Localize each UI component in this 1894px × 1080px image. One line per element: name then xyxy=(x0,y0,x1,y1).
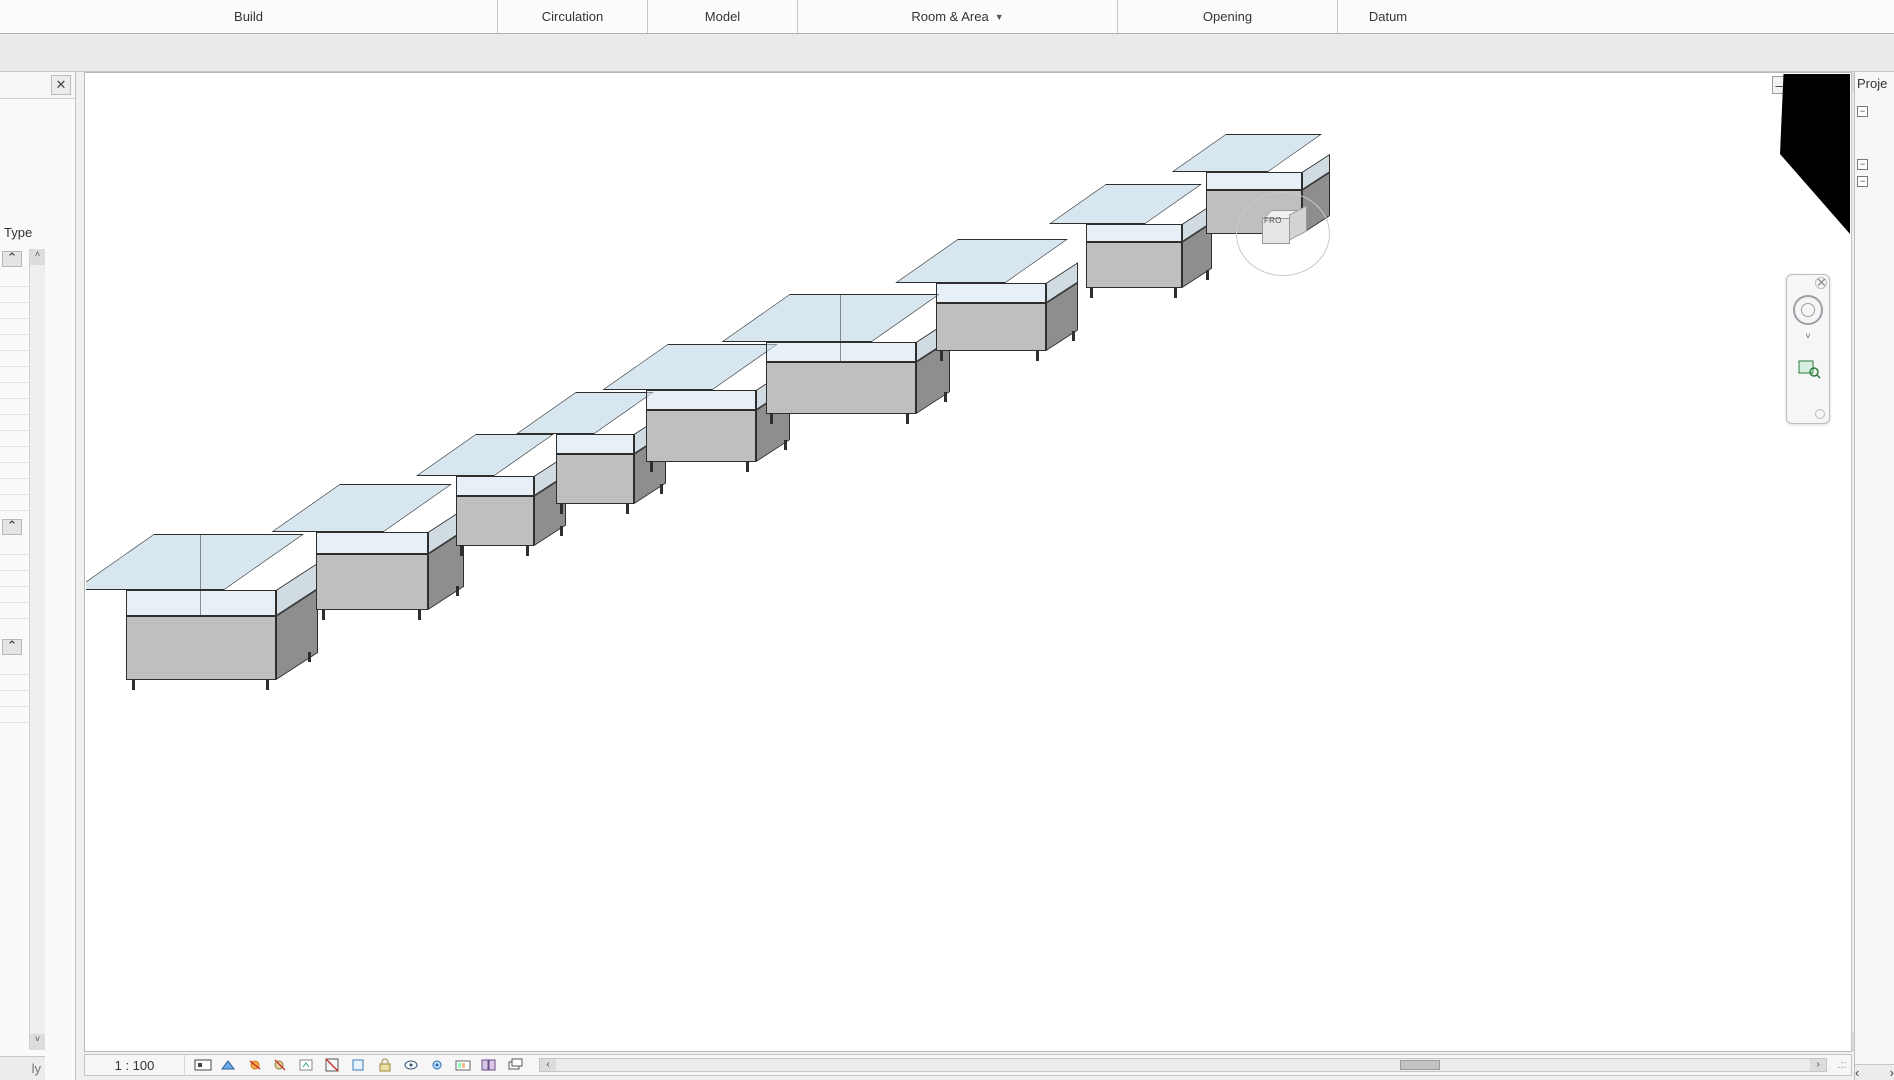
steering-wheel-button[interactable] xyxy=(1793,295,1823,325)
ribbon-tab-label: Circulation xyxy=(542,9,603,24)
chevron-up-icon: ⌃ xyxy=(7,250,18,265)
zoom-button[interactable] xyxy=(1797,355,1821,382)
analytical-model-button[interactable] xyxy=(479,1056,499,1074)
view-control-bar: 1 : 100 ‹ › .:: xyxy=(84,1054,1852,1076)
show-crop-region-button[interactable] xyxy=(349,1056,369,1074)
scroll-left-arrow-icon[interactable]: ‹ xyxy=(1855,1065,1859,1080)
navigation-bar: ✕ ˅ xyxy=(1786,274,1830,424)
properties-body: Type ⌃ ⌃ ⌃ ˄ ˅ ly xyxy=(0,98,75,1080)
project-browser-title: Proje xyxy=(1855,72,1894,95)
tree-expander-icon[interactable]: − xyxy=(1857,159,1868,170)
ribbon-tab-build[interactable]: Build xyxy=(0,0,498,33)
scene-3d[interactable]: FRO ✕ ˅ xyxy=(86,74,1850,1050)
view-scale-label: 1 : 100 xyxy=(115,1058,155,1073)
edit-type-label: Type xyxy=(4,225,32,240)
lock-view-button[interactable] xyxy=(375,1056,395,1074)
scroll-up-arrow-icon[interactable]: ˄ xyxy=(30,249,45,265)
reveal-hidden-button[interactable] xyxy=(427,1056,447,1074)
scroll-right-arrow-icon[interactable]: › xyxy=(1890,1065,1894,1080)
properties-vertical-scrollbar[interactable]: ˄ ˅ xyxy=(29,249,45,1050)
view-scale-selector[interactable]: 1 : 100 xyxy=(85,1055,185,1075)
sun-path-button[interactable] xyxy=(245,1056,265,1074)
chevron-up-icon: ⌃ xyxy=(7,518,18,533)
properties-close-button[interactable]: ✕ xyxy=(51,75,71,95)
properties-panel: ✕ Type ⌃ ⌃ ⌃ ˄ ˅ ly xyxy=(0,72,76,1080)
project-browser-horizontal-scrollbar[interactable]: ‹ › xyxy=(1855,1064,1894,1080)
tree-node[interactable]: − xyxy=(1855,175,1894,188)
navbar-close-button[interactable]: ✕ xyxy=(1815,277,1827,289)
detail-level-button[interactable] xyxy=(193,1056,213,1074)
chevron-up-icon: ⌃ xyxy=(7,638,18,653)
tree-expander-icon[interactable]: − xyxy=(1857,106,1868,117)
view-resize-grip-icon[interactable]: .:: xyxy=(1833,1059,1851,1071)
scroll-thumb[interactable] xyxy=(1400,1060,1440,1070)
apply-label: ly xyxy=(32,1061,41,1076)
view-horizontal-scrollbar[interactable]: ‹ › xyxy=(539,1058,1827,1072)
ribbon-tab-model[interactable]: Model xyxy=(648,0,798,33)
category-expander[interactable]: ⌃ xyxy=(2,639,22,655)
ribbon-tab-opening[interactable]: Opening xyxy=(1118,0,1338,33)
ribbon: Build Circulation Model Room & Area ▼ Ope… xyxy=(0,0,1894,34)
tree-node[interactable]: − xyxy=(1855,105,1894,118)
crop-region-shadow xyxy=(1780,74,1850,234)
crop-view-button[interactable] xyxy=(323,1056,343,1074)
ribbon-tab-room-area[interactable]: Room & Area ▼ xyxy=(798,0,1118,33)
ribbon-tab-label: Model xyxy=(705,9,740,24)
view-3d[interactable]: — ❐ ✕ xyxy=(84,72,1852,1052)
ribbon-tab-label: Room & Area xyxy=(911,9,988,24)
navbar-expand-icon[interactable]: ˅ xyxy=(1787,331,1829,341)
worksharing-display-button[interactable] xyxy=(453,1056,473,1074)
highlight-displacement-button[interactable] xyxy=(505,1056,525,1074)
shadows-button[interactable] xyxy=(271,1056,291,1074)
edit-type-button[interactable]: Type xyxy=(4,225,32,240)
project-browser-panel: Proje − − − ‹ › xyxy=(1854,72,1894,1080)
close-icon: ✕ xyxy=(56,77,67,93)
ribbon-tab-label: Build xyxy=(234,9,263,24)
temporary-hide-button[interactable] xyxy=(401,1056,421,1074)
scroll-down-arrow-icon[interactable]: ˅ xyxy=(30,1034,45,1050)
close-icon: ✕ xyxy=(1816,275,1827,290)
navbar-options-icon[interactable] xyxy=(1815,409,1825,419)
tree-node[interactable] xyxy=(1863,192,1894,194)
visual-style-button[interactable] xyxy=(219,1056,239,1074)
tree-expander-icon[interactable]: − xyxy=(1857,176,1868,187)
scroll-right-arrow-icon[interactable]: › xyxy=(1810,1059,1826,1071)
ribbon-tab-label: Datum xyxy=(1369,9,1407,24)
ribbon-toolbar-area xyxy=(0,34,1894,72)
category-expander[interactable]: ⌃ xyxy=(2,251,22,267)
rendering-dialog-button[interactable] xyxy=(297,1056,317,1074)
dropdown-caret-icon: ▼ xyxy=(995,12,1004,22)
ribbon-tab-label: Opening xyxy=(1203,9,1252,24)
category-expander[interactable]: ⌃ xyxy=(2,519,22,535)
ribbon-tab-circulation[interactable]: Circulation xyxy=(498,0,648,33)
scroll-left-arrow-icon[interactable]: ‹ xyxy=(540,1059,556,1071)
apply-button[interactable]: ly xyxy=(0,1056,45,1080)
ribbon-tab-datum[interactable]: Datum xyxy=(1338,0,1438,33)
tree-node[interactable]: − xyxy=(1855,158,1894,171)
